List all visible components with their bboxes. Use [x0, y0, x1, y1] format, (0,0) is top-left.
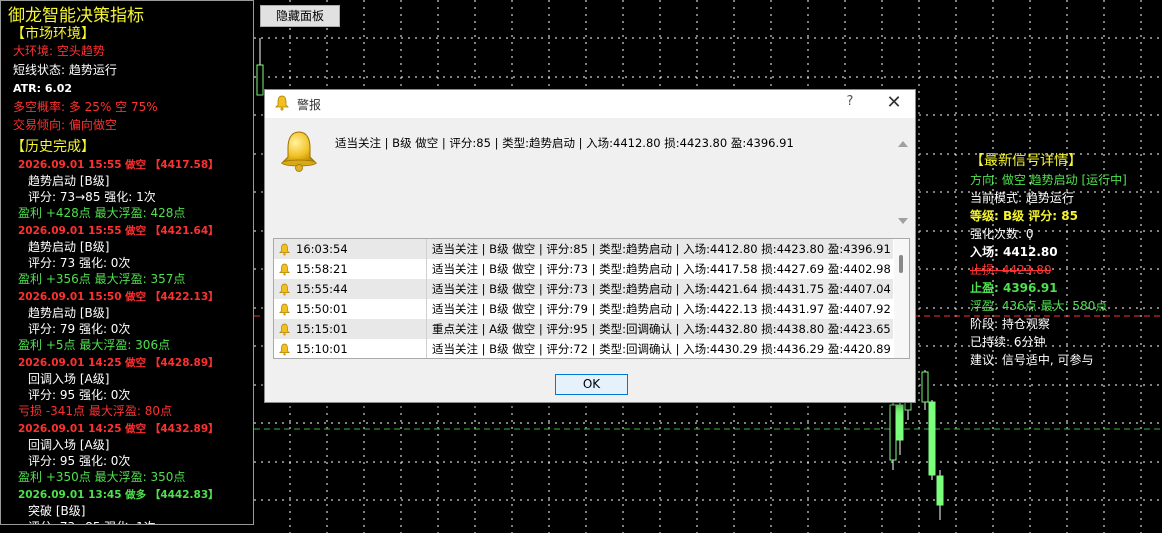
- signal-detail-line: 强化次数: 0: [970, 227, 1034, 241]
- scroll-up-arrow-icon[interactable]: [898, 141, 908, 147]
- market-section-header: 【市场环境】: [11, 26, 95, 42]
- signal-detail-line: 止盈: 4396.91: [970, 281, 1058, 295]
- history-entry-head: 2026.09.01 15:55 做空 【4417.58】: [18, 159, 219, 171]
- log-time: 15:58:21: [296, 262, 348, 276]
- log-message: 适当关注 | B级 做空 | 评分:73 | 类型:趋势启动 | 入场:4421…: [432, 282, 891, 296]
- candle-body: [928, 401, 936, 476]
- history-entry-type: 趋势启动 [B级]: [28, 306, 110, 320]
- log-message: 重点关注 | A级 做空 | 评分:95 | 类型:回调确认 | 入场:4432…: [432, 322, 891, 336]
- indicator-title: 御龙智能决策指标: [8, 6, 144, 26]
- history-section-header: 【历史完成】: [11, 139, 95, 155]
- history-entry-head: 2026.09.01 13:45 做多 【4442.83】: [18, 489, 219, 501]
- log-row[interactable]: 15:15:01 重点关注 | A级 做空 | 评分:95 | 类型:回调确认 |…: [274, 319, 893, 339]
- history-entry-result: 盈利 +428点 最大浮盈: 428点: [18, 206, 186, 220]
- history-entry-result: 盈利 +350点 最大浮盈: 350点: [18, 470, 186, 484]
- signal-detail-line: 止损: 4423.80: [970, 263, 1052, 277]
- history-entry-type: 趋势启动 [B级]: [28, 174, 110, 188]
- column-divider: [426, 259, 427, 279]
- history-entry-head: 2026.09.01 15:55 做空 【4421.64】: [18, 225, 219, 237]
- history-entry-type: 突破 [B级]: [28, 504, 86, 518]
- history-entry-result: 亏损 -341点 最大浮盈: 80点: [18, 404, 172, 418]
- history-entry-result: 盈利 +5点 最大浮盈: 306点: [18, 338, 171, 352]
- history-entry-head: 2026.09.01 15:50 做空 【4422.13】: [18, 291, 219, 303]
- signal-detail-line: 浮盈: 436点 最大: 580点: [970, 299, 1108, 313]
- large-bell-icon: [280, 131, 318, 172]
- close-button[interactable]: ✕: [883, 92, 905, 114]
- log-time: 15:55:44: [296, 282, 348, 296]
- indicator-left-panel: 御龙智能决策指标 【市场环境】 大环境: 空头趋势 短线状态: 趋势运行 ATR: …: [0, 0, 254, 525]
- history-entry-head: 2026.09.01 14:25 做空 【4432.89】: [18, 423, 219, 435]
- log-scrollbar-thumb[interactable]: [899, 255, 903, 273]
- alert-dialog: 警报 ? ✕ 适当关注 | B级 做空 | 评分:85 | 类型:趋势启动 | …: [264, 89, 916, 403]
- scroll-down-arrow-icon[interactable]: [898, 218, 908, 224]
- log-message: 适当关注 | B级 做空 | 评分:85 | 类型:趋势启动 | 入场:4412…: [432, 242, 891, 256]
- hide-panel-button[interactable]: 隐藏面板: [260, 5, 340, 27]
- column-divider: [426, 239, 427, 259]
- ok-button[interactable]: OK: [555, 374, 628, 395]
- log-message: 适当关注 | B级 做空 | 评分:79 | 类型:趋势启动 | 入场:4422…: [432, 302, 891, 316]
- signal-detail-title: 【最新信号详情】: [970, 153, 1082, 169]
- history-entry-head: 2026.09.01 14:25 做空 【4428.89】: [18, 357, 219, 369]
- market-line: ATR: 6.02: [13, 82, 73, 95]
- candle-body: [936, 475, 944, 506]
- log-scrollbar[interactable]: [894, 239, 909, 358]
- history-entry-score: 评分: 73→85 强化: 1次: [28, 190, 156, 204]
- log-row[interactable]: 15:58:21 适当关注 | B级 做空 | 评分:73 | 类型:趋势启动 |…: [274, 259, 893, 279]
- log-message: 适当关注 | B级 做空 | 评分:72 | 类型:回调确认 | 入场:4430…: [432, 342, 891, 356]
- history-entry-score: 评分: 95 强化: 0次: [28, 388, 131, 402]
- market-line: 交易倾向: 偏向做空: [13, 118, 117, 132]
- history-entry-result: 盈利 +356点 最大浮盈: 357点: [18, 272, 186, 286]
- log-time: 15:10:01: [296, 342, 348, 356]
- candle-body: [921, 371, 929, 403]
- alert-message-text: 适当关注 | B级 做空 | 评分:85 | 类型:趋势启动 | 入场:4412…: [335, 136, 794, 150]
- candle-body: [889, 404, 897, 461]
- log-time: 16:03:54: [296, 242, 348, 256]
- log-row[interactable]: 16:03:54 适当关注 | B级 做空 | 评分:85 | 类型:趋势启动 |…: [274, 239, 893, 259]
- history-entry-score: 评分: 73→85 强化: 1次: [28, 520, 156, 524]
- signal-detail-line: 入场: 4412.80: [970, 245, 1058, 259]
- market-line: 短线状态: 趋势运行: [13, 62, 117, 77]
- bell-icon: [275, 95, 289, 111]
- log-row[interactable]: 15:50:01 适当关注 | B级 做空 | 评分:79 | 类型:趋势启动 |…: [274, 299, 893, 319]
- signal-detail-line: 当前模式: 趋势运行: [970, 191, 1074, 205]
- candle-body: [896, 404, 904, 441]
- history-entry-score: 评分: 73 强化: 0次: [28, 256, 131, 270]
- signal-detail-line: 建议: 信号适中, 可参与: [970, 353, 1094, 367]
- dialog-title: 警报: [297, 98, 322, 112]
- log-time: 15:50:01: [296, 302, 348, 316]
- signal-detail-line: 等级: B级 评分: 85: [970, 209, 1078, 223]
- message-scrollbar[interactable]: [895, 125, 909, 228]
- candle-body: [256, 64, 264, 96]
- log-row[interactable]: 15:10:01 适当关注 | B级 做空 | 评分:72 | 类型:回调确认 |…: [274, 339, 893, 358]
- history-entry-score: 评分: 79 强化: 0次: [28, 322, 131, 336]
- column-divider: [426, 339, 427, 358]
- log-row[interactable]: 15:55:44 适当关注 | B级 做空 | 评分:73 | 类型:趋势启动 |…: [274, 279, 893, 299]
- history-entry-type: 趋势启动 [B级]: [28, 240, 110, 254]
- bell-icon: [279, 342, 290, 358]
- signal-detail-line: 阶段: 持仓观察: [970, 317, 1050, 331]
- history-entry-type: 回调入场 [A级]: [28, 372, 110, 386]
- help-button[interactable]: ?: [843, 94, 857, 112]
- alert-log-list[interactable]: 16:03:54 适当关注 | B级 做空 | 评分:85 | 类型:趋势启动 |…: [273, 238, 910, 359]
- history-entry-score: 评分: 95 强化: 0次: [28, 454, 131, 468]
- signal-detail-line: 已持续: 6分钟: [970, 335, 1046, 349]
- signal-detail-line: 方向: 做空 趋势启动 [运行中]: [970, 173, 1127, 187]
- history-entry-type: 回调入场 [A级]: [28, 438, 110, 452]
- log-time: 15:15:01: [296, 322, 348, 336]
- log-message: 适当关注 | B级 做空 | 评分:73 | 类型:趋势启动 | 入场:4417…: [432, 262, 891, 276]
- column-divider: [426, 299, 427, 319]
- market-line: 多空概率: 多 25% 空 75%: [13, 99, 158, 114]
- column-divider: [426, 279, 427, 299]
- alert-message-area: 适当关注 | B级 做空 | 评分:85 | 类型:趋势启动 | 入场:4412…: [271, 125, 911, 228]
- column-divider: [426, 319, 427, 339]
- dialog-titlebar: 警报 ? ✕: [265, 90, 915, 118]
- market-line: 大环境: 空头趋势: [13, 44, 105, 58]
